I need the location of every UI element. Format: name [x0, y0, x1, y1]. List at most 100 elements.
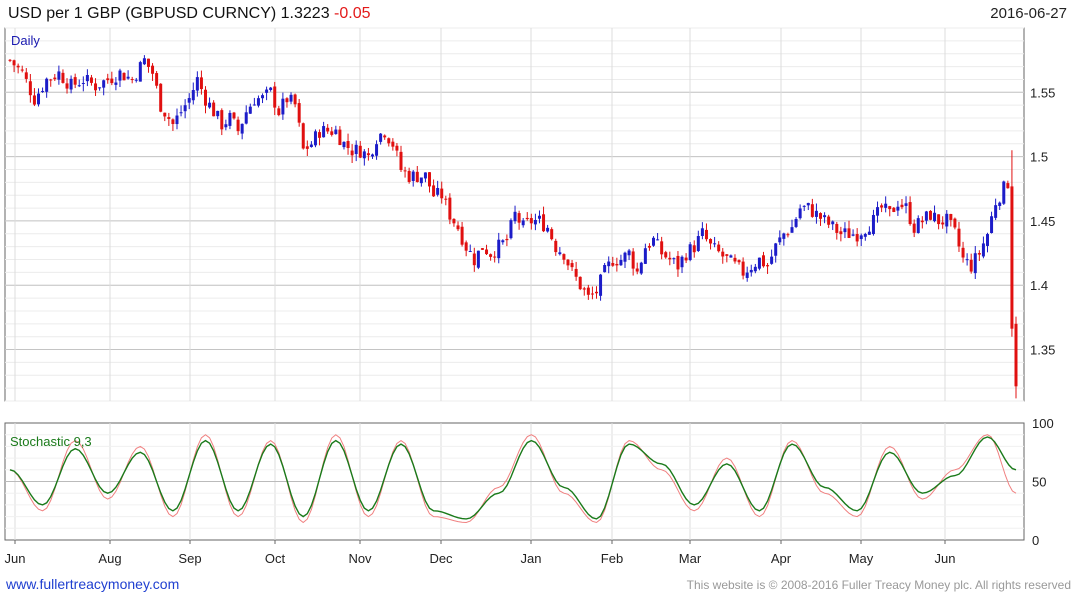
candle-body: [949, 213, 953, 220]
stoch-panel-label: Stochastic 9,3: [10, 434, 92, 449]
candle-body: [387, 138, 391, 144]
candle-body: [880, 205, 884, 208]
candle-body: [256, 98, 260, 106]
candle-body: [216, 110, 220, 117]
candle-body: [146, 58, 150, 67]
candle-body: [990, 216, 994, 233]
candle-body: [456, 225, 460, 230]
candle-body: [652, 237, 656, 246]
candle-body: [558, 252, 562, 255]
candle-body: [647, 245, 651, 248]
candle-body: [45, 78, 49, 92]
price-tick-label: 1.4: [1030, 278, 1048, 293]
candle-body: [464, 242, 468, 251]
candle-body: [851, 234, 855, 236]
candle-body: [847, 228, 851, 238]
candle-body: [167, 117, 171, 119]
candle-body: [1014, 323, 1018, 387]
candle-body: [761, 255, 765, 267]
candle-body: [212, 102, 216, 117]
candle-body: [741, 261, 745, 276]
candle-body: [485, 249, 489, 255]
candle-body: [350, 150, 354, 156]
candle-body: [782, 233, 786, 239]
candle-body: [725, 254, 729, 256]
candle-body: [794, 218, 798, 227]
candle-body: [277, 108, 281, 116]
candle-body: [342, 141, 346, 148]
candle-body: [354, 144, 358, 155]
candle-body: [122, 72, 126, 81]
candle-body: [358, 145, 362, 158]
candle-body: [444, 198, 448, 200]
candle-body: [525, 217, 529, 220]
candle-body: [32, 95, 36, 105]
candle-body: [969, 259, 973, 272]
candle-body: [717, 244, 721, 252]
candle-body: [680, 256, 684, 268]
x-tick-label: Dec: [429, 551, 453, 566]
candle-body: [155, 73, 159, 86]
candle-body: [786, 234, 790, 236]
candle-body: [961, 247, 965, 258]
candle-body: [619, 259, 623, 266]
x-tick-label: Mar: [679, 551, 702, 566]
candle-body: [908, 202, 912, 225]
candle-body: [407, 170, 411, 182]
candle-body: [269, 87, 273, 91]
candle-body: [175, 115, 179, 125]
candle-body: [550, 229, 554, 240]
candle-body: [692, 245, 696, 253]
candle-body: [521, 220, 525, 226]
candle-body: [65, 83, 69, 89]
candle-body: [627, 250, 631, 256]
candle-body: [790, 227, 794, 233]
candle-body: [102, 80, 106, 88]
candle-body: [704, 229, 708, 240]
candle-body: [228, 112, 232, 126]
candle-body: [937, 214, 941, 225]
candle-body: [835, 223, 839, 233]
candle-body: [159, 83, 163, 112]
candle-body: [945, 213, 949, 227]
candle-body: [867, 231, 871, 235]
candle-body: [778, 237, 782, 243]
candle-body: [920, 220, 924, 223]
candle-body: [855, 234, 859, 242]
candle-body: [183, 105, 187, 112]
candle-body: [220, 110, 224, 130]
candle-body: [130, 79, 134, 81]
candle-body: [827, 216, 831, 225]
candle-body: [57, 71, 61, 80]
candle-body: [305, 146, 309, 149]
candle-body: [370, 154, 374, 157]
candle-body: [562, 254, 566, 260]
site-link[interactable]: www.fullertreacymoney.com: [6, 576, 179, 592]
candle-body: [912, 223, 916, 233]
candle-body: [985, 234, 989, 246]
candle-body: [432, 185, 436, 197]
candle-body: [179, 112, 183, 114]
candle-body: [24, 72, 28, 79]
stoch-tick-label: 100: [1032, 416, 1054, 431]
candle-body: [582, 288, 586, 290]
candle-body: [187, 98, 191, 103]
candle-body: [973, 253, 977, 274]
candle-body: [468, 251, 472, 253]
candle-body: [199, 77, 203, 90]
candle-body: [106, 78, 110, 81]
candle-body: [843, 228, 847, 233]
candle-body: [766, 265, 770, 267]
candle-body: [590, 293, 594, 295]
x-tick-label: Feb: [601, 551, 623, 566]
candle-body: [37, 93, 41, 105]
candle-body: [448, 197, 452, 220]
copyright-text: This website is © 2008-2016 Fuller Treac…: [686, 578, 1071, 592]
candle-body: [542, 214, 546, 232]
candle-body: [403, 170, 407, 172]
candle-body: [517, 213, 521, 223]
candle-body: [171, 119, 175, 125]
candle-body: [8, 59, 12, 61]
candle-body: [297, 103, 301, 123]
candle-body: [876, 207, 880, 216]
